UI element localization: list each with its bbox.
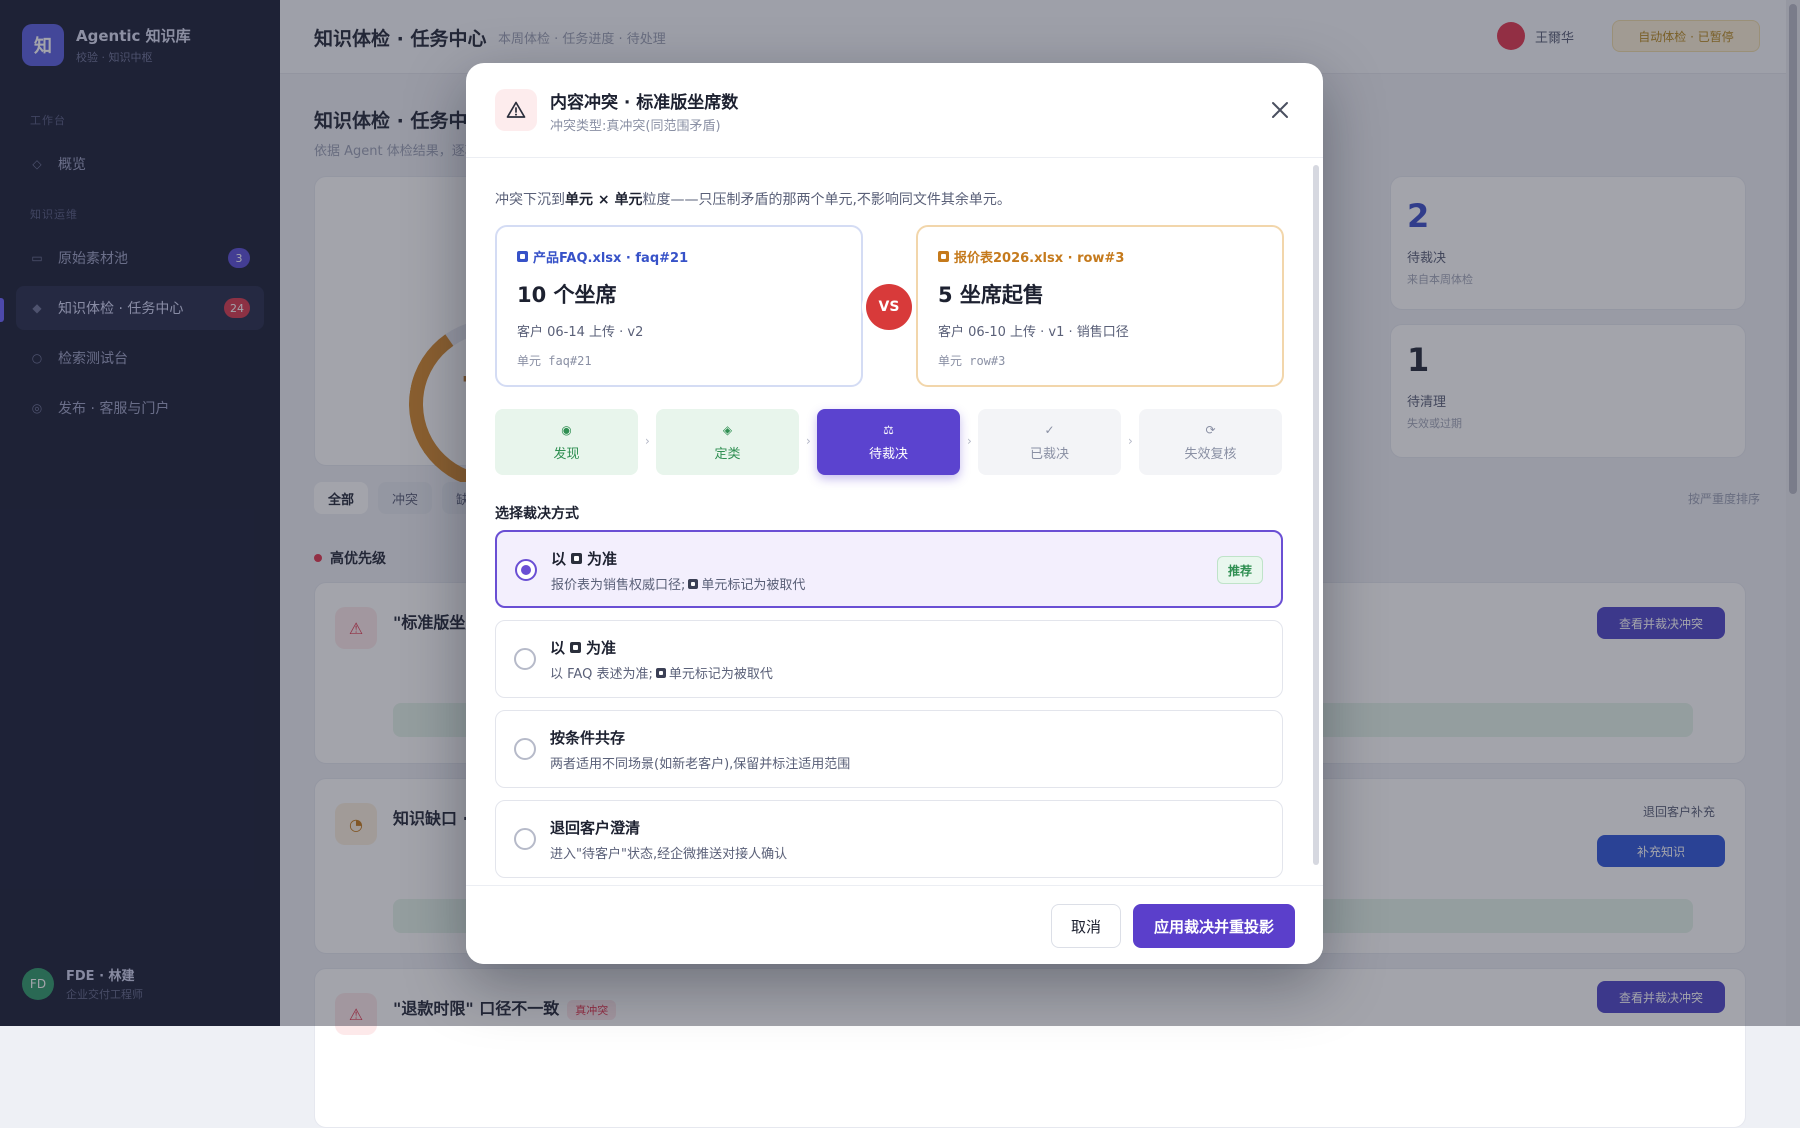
check-icon: ✓ [1044, 422, 1055, 437]
modal-footer: 取消 应用裁决并重投影 [466, 885, 1323, 964]
chevron-right-icon: › [967, 434, 972, 448]
source-meta: 客户 06-10 上传 · v1 · 销售口径 [938, 325, 1129, 340]
modal-intro: 冲突下沉到单元 × 单元粒度——只压制矛盾的那两个单元,不影响同文件其余单元。 [495, 189, 1011, 209]
step-expiry-review: ⟳ 失效复核 [1139, 409, 1282, 475]
radio-button[interactable] [514, 828, 536, 850]
conflict-modal: 内容冲突 · 标准版坐席数 冲突类型:真冲突(同范围矛盾) 冲突下沉到单元 × … [466, 63, 1323, 964]
source-label: 产品FAQ.xlsx · faq#21 [517, 247, 688, 266]
source-file: 产品FAQ.xlsx · faq#21 [533, 251, 689, 266]
option-description: 进入"待客户"状态,经企微推送对接人确认 [550, 847, 788, 862]
file-a-icon [688, 578, 699, 589]
intro-bold: 单元 × 单元 [565, 192, 643, 208]
source-card-a: 产品FAQ.xlsx · faq#21 10 个坐席 客户 06-14 上传 ·… [495, 225, 863, 387]
chevron-right-icon: › [1128, 434, 1133, 448]
ruling-method-label: 选择裁决方式 [495, 506, 579, 522]
option-desc-prefix: 以 FAQ 表述为准; [550, 667, 653, 682]
option-return-to-customer[interactable]: 退回客户澄清 进入"待客户"状态,经企微推送对接人确认 [495, 800, 1283, 878]
discover-icon: ◉ [561, 422, 572, 437]
option-title: 按条件共存 [550, 729, 626, 747]
source-label: 报价表2026.xlsx · row#3 [938, 247, 1124, 266]
modal-body: 冲突下沉到单元 × 单元粒度——只压制矛盾的那两个单元,不影响同文件其余单元。 … [466, 159, 1323, 885]
option-title: 以 为准 [550, 637, 616, 658]
option-coexist[interactable]: 按条件共存 两者适用不同场景(如新老客户),保留并标注适用范围 [495, 710, 1283, 788]
file-a-icon [517, 251, 528, 262]
step-label: 定类 [714, 446, 741, 462]
apply-ruling-button[interactable]: 应用裁决并重投影 [1133, 904, 1295, 948]
step-label: 失效复核 [1184, 446, 1237, 462]
classify-icon: ◈ [722, 422, 733, 437]
option-title: 退回客户澄清 [550, 819, 641, 837]
step-ruled: ✓ 已裁决 [978, 409, 1121, 475]
step-discover: ◉ 发现 [495, 409, 638, 475]
source-unit: 单元 row#3 [938, 354, 1006, 368]
source-card-b: 报价表2026.xlsx · row#3 5 坐席起售 客户 06-10 上传 … [916, 225, 1284, 387]
close-icon[interactable] [1263, 93, 1297, 127]
option-title: 以 为准 [551, 548, 617, 569]
source-meta: 客户 06-14 上传 · v2 [517, 325, 644, 340]
vs-badge: VS [866, 284, 912, 330]
option-description: 两者适用不同场景(如新老客户),保留并标注适用范围 [550, 757, 851, 772]
step-label: 已裁决 [1029, 446, 1069, 462]
file-b-icon [655, 667, 666, 678]
chevron-right-icon: › [806, 434, 811, 448]
intro-prefix: 冲突下沉到 [495, 192, 565, 208]
intro-suffix: 粒度——只压制矛盾的那两个单元,不影响同文件其余单元。 [642, 192, 1011, 208]
option-desc-prefix: 报价表为销售权威口径; [551, 578, 686, 593]
workflow-stepper: ◉ 发现 › ◈ 定类 › ⚖ 待裁决 › ✓ 已裁决 › ⟳ 失效复核 [495, 409, 1283, 475]
option-title-prefix: 以 [551, 550, 567, 568]
refresh-icon: ⟳ [1205, 422, 1216, 437]
source-file: 报价表2026.xlsx · row#3 [954, 251, 1125, 266]
cancel-button[interactable]: 取消 [1051, 904, 1121, 948]
source-unit: 单元 faq#21 [517, 354, 592, 368]
warning-icon [495, 89, 537, 131]
modal-subtitle: 冲突类型:真冲突(同范围矛盾) [550, 119, 721, 134]
option-desc-suffix: 单元标记为被取代 [701, 578, 806, 593]
option-description: 报价表为销售权威口径; 单元标记为被取代 [551, 574, 805, 593]
step-classify: ◈ 定类 [656, 409, 799, 475]
option-title-prefix: 以 [550, 639, 566, 657]
source-value: 10 个坐席 [517, 283, 617, 307]
option-title-suffix: 为准 [587, 550, 618, 568]
file-a-icon [570, 642, 582, 653]
file-b-icon [938, 251, 949, 262]
radio-button[interactable] [514, 738, 536, 760]
chevron-right-icon: › [645, 434, 650, 448]
modal-scrollbar[interactable] [1313, 165, 1319, 865]
option-desc-suffix: 单元标记为被取代 [668, 667, 773, 682]
source-value: 5 坐席起售 [938, 283, 1044, 307]
radio-button[interactable] [514, 648, 536, 670]
option-description: 以 FAQ 表述为准; 单元标记为被取代 [550, 663, 773, 682]
modal-title: 内容冲突 · 标准版坐席数 [550, 93, 739, 113]
option-prefer-a[interactable]: 以 为准 以 FAQ 表述为准; 单元标记为被取代 [495, 620, 1283, 698]
option-title-suffix: 为准 [586, 639, 617, 657]
step-pending-ruling: ⚖ 待裁决 [817, 409, 960, 475]
scale-icon: ⚖ [883, 422, 894, 437]
radio-button[interactable] [515, 559, 537, 581]
file-b-icon [571, 553, 583, 564]
step-label: 发现 [553, 446, 580, 462]
recommended-badge: 推荐 [1216, 556, 1263, 584]
step-label: 待裁决 [868, 446, 908, 462]
modal-header: 内容冲突 · 标准版坐席数 冲突类型:真冲突(同范围矛盾) [466, 63, 1323, 158]
option-prefer-b[interactable]: 以 为准 报价表为销售权威口径; 单元标记为被取代 推荐 [495, 530, 1283, 608]
